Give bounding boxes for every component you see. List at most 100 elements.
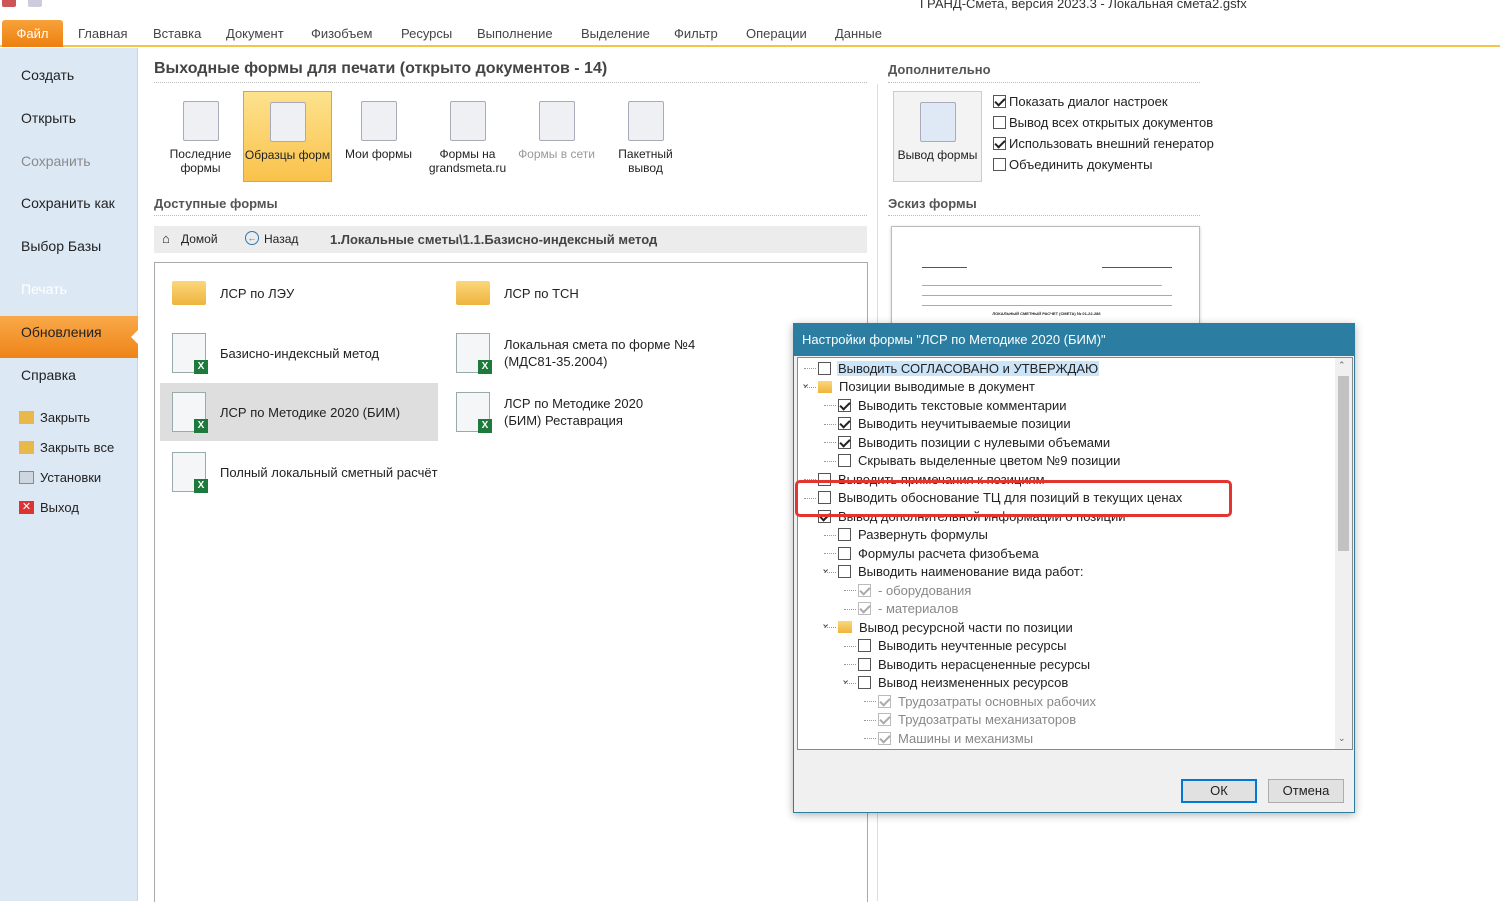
expand-chevron-icon[interactable]: ⌄ (841, 674, 851, 685)
form-label: Локальная смета по форме №4 (МДС81-35.20… (504, 337, 696, 369)
checkbox[interactable] (838, 565, 851, 578)
tab-filter[interactable]: Фильтр (674, 26, 718, 41)
checkbox[interactable] (993, 137, 1006, 150)
menu-exit[interactable]: Выход (40, 500, 79, 515)
checkbox[interactable] (838, 417, 851, 430)
form-label: ЛСР по ТСН (504, 285, 579, 301)
cancel-button[interactable]: Отмена (1268, 779, 1344, 803)
checkbox[interactable] (993, 158, 1006, 171)
tree-item[interactable]: Вывод неизмененных ресурсов (858, 674, 1069, 692)
option-label: Использовать внешний генератор (1009, 136, 1214, 151)
button-label: Образцы форм (244, 148, 331, 162)
form-samples-button[interactable]: Образцы форм (243, 91, 332, 182)
tree-item[interactable]: Скрывать выделенные цветом №9 позиции (838, 452, 1121, 470)
table-output-icon (919, 102, 956, 142)
tree-guide-line (824, 423, 836, 425)
ok-button[interactable]: ОК (1181, 779, 1257, 803)
home-button[interactable]: Домой (181, 232, 218, 246)
scroll-down-icon[interactable]: ⌄ (1338, 733, 1346, 744)
menu-help[interactable]: Справка (21, 367, 76, 383)
scroll-up-icon[interactable]: ⌃ (1338, 360, 1346, 371)
tree-item[interactable]: Позиции выводимые в документ (818, 378, 1036, 396)
tab-file[interactable]: Файл (2, 20, 63, 47)
option-checkbox[interactable]: Вывод всех открытых документов (993, 115, 1213, 130)
option-label: Показать диалог настроек (1009, 94, 1168, 109)
expand-chevron-icon[interactable]: ⌄ (801, 378, 811, 389)
checkbox[interactable] (818, 361, 831, 375)
tab-physvolume[interactable]: Физобъем (311, 26, 373, 41)
checkbox[interactable] (993, 95, 1006, 108)
tab-selection[interactable]: Выделение (581, 26, 650, 41)
checkbox[interactable] (838, 398, 851, 412)
tree-scrollbar[interactable]: ⌃ ⌄ (1335, 358, 1352, 749)
checkbox[interactable] (838, 454, 851, 467)
menu-open[interactable]: Открыть (21, 110, 76, 126)
checkbox[interactable] (858, 676, 871, 689)
form-item-selected[interactable]: ЛСР по Методике 2020 (БИМ) (160, 383, 438, 441)
checkbox[interactable] (858, 639, 871, 652)
form-item[interactable]: Локальная смета по форме №4 (МДС81-35.20… (444, 324, 704, 382)
tree-item-label: Выводить позиции с нулевыми объемами (858, 434, 1111, 450)
tree-item[interactable]: Формулы расчета физобъема (838, 544, 1040, 562)
option-checkbox[interactable]: Объединить документы (993, 157, 1152, 172)
tab-resources[interactable]: Ресурсы (401, 26, 452, 41)
tree-item[interactable]: Выводить наименование вида работ: (838, 563, 1084, 581)
window-title: ГРАНД-Смета, версия 2023.3 - Локальная с… (920, 0, 1247, 11)
close-all-icon (19, 441, 34, 454)
divider (888, 82, 1200, 83)
button-label: Формы на grandsmeta.ru (428, 147, 507, 175)
tree-item-label: Выводить СОГЛАСОВАНО и УТВЕРЖДАЮ (837, 360, 1100, 376)
expand-chevron-icon[interactable]: ⌄ (821, 619, 831, 630)
tree-item[interactable]: Выводить текстовые комментарии (838, 396, 1068, 414)
form-item[interactable]: Базисно-индексный метод (160, 324, 438, 382)
tree-guide-line (824, 460, 836, 462)
grandsmeta-forms-button[interactable]: Формы на grandsmeta.ru (423, 91, 512, 182)
checkbox[interactable] (993, 116, 1006, 129)
batch-output-button[interactable]: Пакетный вывод (601, 91, 690, 182)
tab-data[interactable]: Данные (835, 26, 882, 41)
excel-form-icon (172, 333, 208, 374)
menu-save-as[interactable]: Сохранить как (21, 195, 115, 211)
tree-item-label: Трудозатраты механизаторов (898, 712, 1077, 727)
tree-guide-line (824, 553, 836, 554)
menu-print[interactable]: Печать (21, 281, 67, 297)
output-form-button[interactable]: Вывод формы (893, 91, 982, 182)
save-icon[interactable] (28, 0, 42, 7)
scrollbar-thumb[interactable] (1338, 376, 1349, 551)
menu-close-all[interactable]: Закрыть все (40, 440, 114, 455)
menu-updates[interactable]: Обновления (21, 324, 102, 340)
checkbox[interactable] (838, 435, 851, 449)
checkbox[interactable] (858, 657, 871, 671)
button-label: Формы в сети (518, 147, 595, 161)
menu-create[interactable]: Создать (21, 67, 74, 83)
tree-item[interactable]: Развернуть формулы (838, 526, 989, 544)
form-label: Полный локальный сметный расчёт (220, 464, 438, 480)
menu-close[interactable]: Закрыть (40, 410, 90, 425)
form-item-folder[interactable]: ЛСР по ЛЭУ (160, 264, 438, 322)
form-item-folder[interactable]: ЛСР по ТСН (444, 264, 722, 322)
checkbox[interactable] (838, 546, 851, 560)
tab-home[interactable]: Главная (78, 26, 127, 41)
tab-document[interactable]: Документ (226, 26, 284, 41)
tree-item[interactable]: Выводить позиции с нулевыми объемами (838, 433, 1111, 451)
tab-insert[interactable]: Вставка (153, 26, 201, 41)
option-checkbox[interactable]: Использовать внешний генератор (993, 136, 1214, 151)
tab-operations[interactable]: Операции (746, 26, 807, 41)
tree-item-label: Выводить неучтенные ресурсы (878, 638, 1067, 653)
expand-chevron-icon[interactable]: ⌄ (821, 563, 831, 574)
tree-item[interactable]: Вывод ресурсной части по позиции (838, 618, 1074, 636)
back-button[interactable]: Назад (264, 232, 298, 246)
menu-settings[interactable]: Установки (40, 470, 101, 485)
tree-item[interactable]: Выводить нерасцененные ресурсы (858, 655, 1091, 673)
tree-item[interactable]: Выводить неучитываемые позиции (838, 415, 1072, 433)
tree-item[interactable]: Выводить неучтенные ресурсы (858, 637, 1067, 655)
tree-item[interactable]: Выводить СОГЛАСОВАНО и УТВЕРЖДАЮ (818, 359, 1100, 377)
form-item[interactable]: ЛСР по Методике 2020 (БИМ) Реставрация (444, 383, 684, 441)
tab-execution[interactable]: Выполнение (477, 26, 553, 41)
menu-select-base[interactable]: Выбор Базы (21, 238, 101, 254)
option-checkbox[interactable]: Показать диалог настроек (993, 94, 1168, 109)
my-forms-button[interactable]: Мои формы (334, 91, 423, 182)
recent-forms-button[interactable]: Последние формы (156, 91, 245, 182)
form-item[interactable]: Полный локальный сметный расчёт (160, 443, 460, 501)
checkbox[interactable] (838, 528, 851, 541)
